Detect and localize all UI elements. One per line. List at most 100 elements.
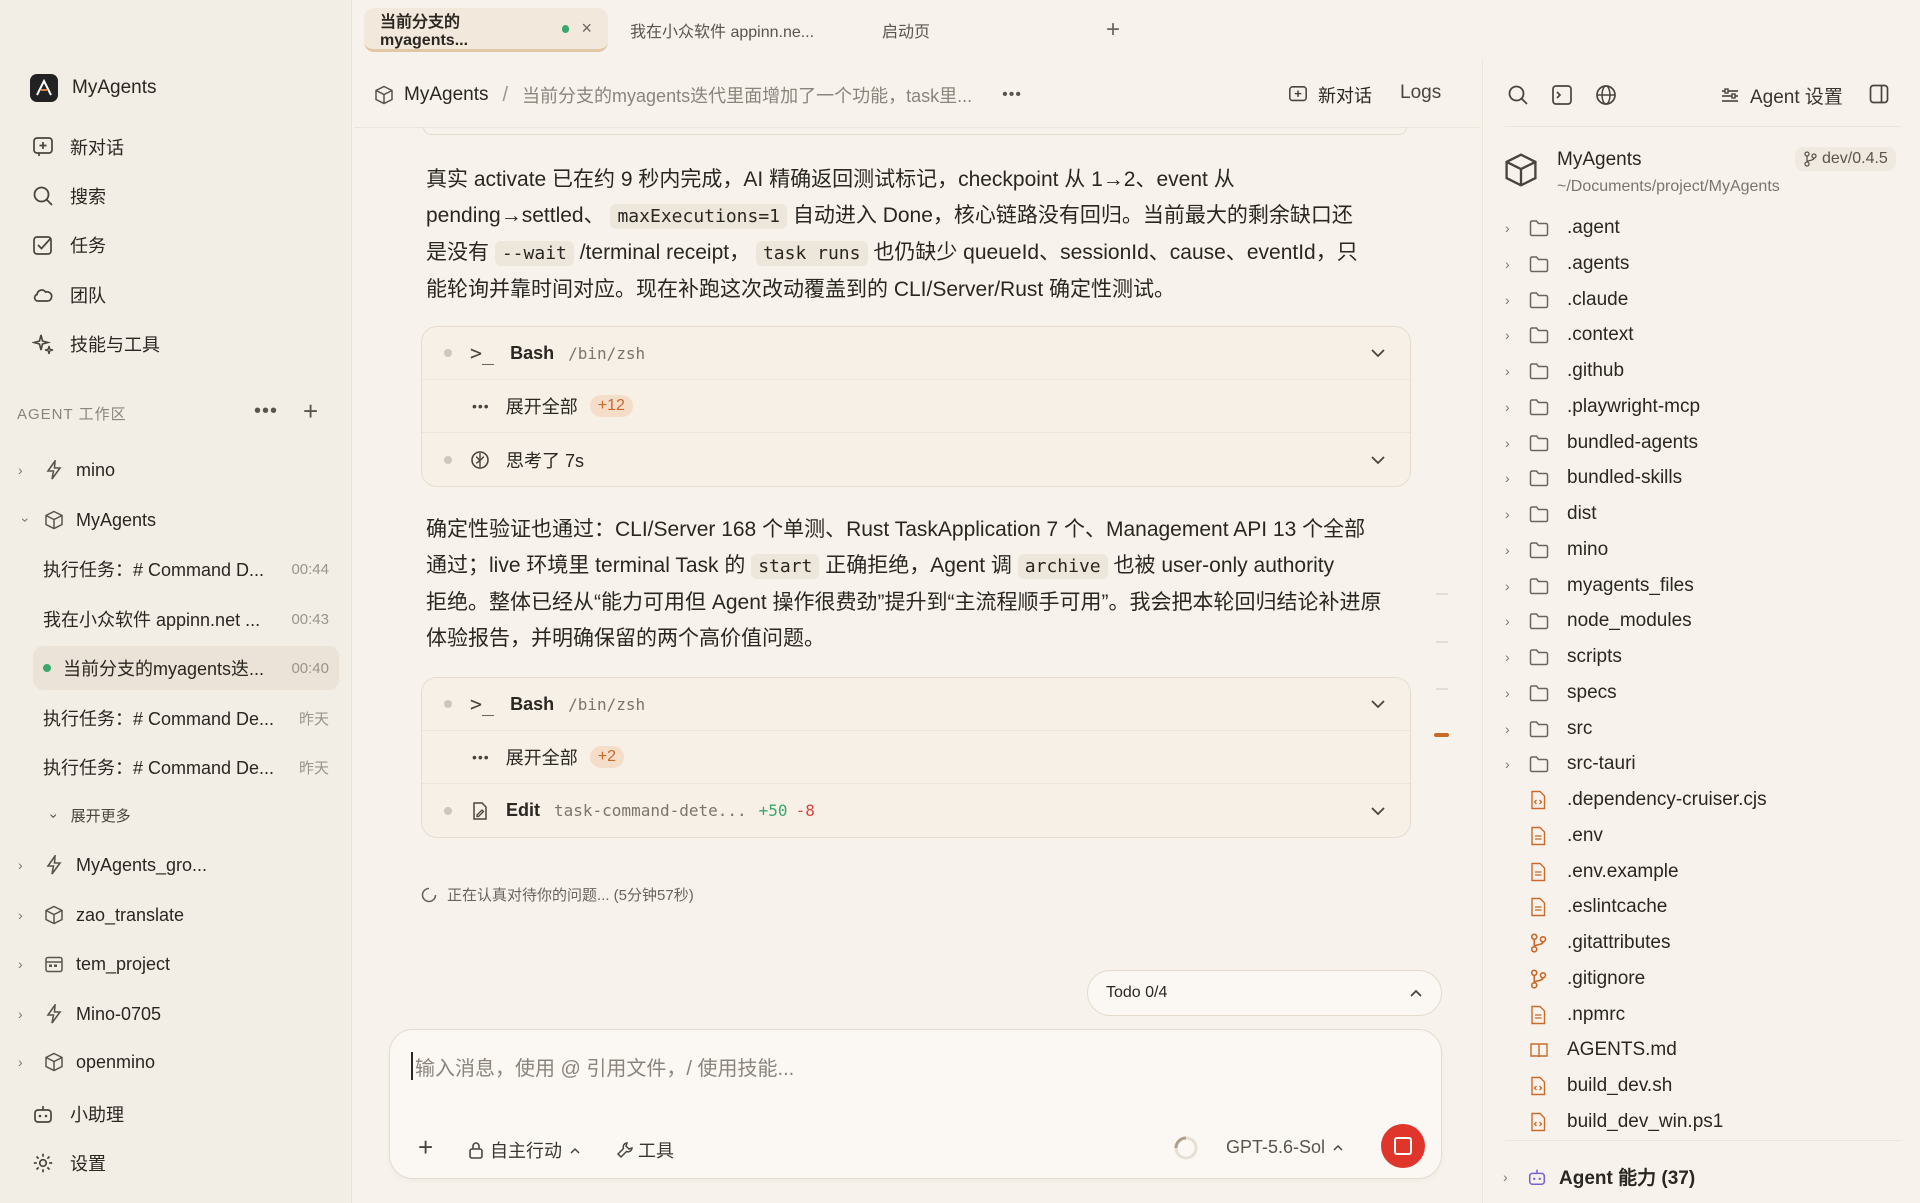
nav-search[interactable]: 搜索 (32, 183, 106, 209)
thinking-row[interactable]: 思考了 7s (422, 433, 1410, 486)
new-tab-icon[interactable]: + (1106, 16, 1120, 44)
file-item[interactable]: build_dev.sh (1505, 1068, 1672, 1104)
tools-button[interactable]: 工具 (616, 1137, 674, 1163)
search-icon[interactable] (1507, 84, 1529, 106)
scroll-marker[interactable] (1436, 688, 1448, 690)
folder-item[interactable]: › .playwright-mcp (1505, 389, 1700, 425)
session-item[interactable]: 我在小众软件 appinn.net ... 00:43 (33, 597, 339, 641)
bash-tool-row[interactable]: >_ Bash /bin/zsh (422, 327, 1410, 380)
logs-button[interactable]: Logs (1400, 82, 1441, 104)
folder-item[interactable]: › src (1505, 711, 1592, 747)
more-options-icon[interactable]: ••• (1002, 86, 1022, 104)
folder-item[interactable]: › mino (1505, 532, 1608, 568)
tab-appinn[interactable]: 我在小众软件 appinn.ne... (614, 8, 864, 52)
expand-more-button[interactable]: › 展开更多 (46, 805, 130, 826)
folder-item[interactable]: › .agents (1505, 246, 1629, 282)
tab-startup[interactable]: 启动页 (870, 8, 1060, 52)
nav-assistant[interactable]: 小助理 (32, 1101, 124, 1127)
terminal-icon[interactable] (1551, 84, 1573, 106)
folder-item[interactable]: › bundled-agents (1505, 425, 1698, 461)
folder-item[interactable]: › myagents_files (1505, 568, 1694, 604)
tool-call-card: >_ Bash /bin/zsh ••• 展开全部 +12 思考了 7s (421, 326, 1411, 487)
project-item[interactable]: › Mino-0705 (0, 992, 352, 1036)
file-item[interactable]: .env.example (1505, 854, 1679, 890)
folder-item[interactable]: › scripts (1505, 639, 1622, 675)
cube-icon (45, 905, 63, 925)
expand-all-row[interactable]: ••• 展开全部 +12 (422, 380, 1410, 433)
edit-tool-row[interactable]: Edit task-command-dete... +50 -8 (422, 784, 1410, 837)
folder-item[interactable]: › dist (1505, 496, 1597, 532)
file-name: AGENTS.md (1567, 1039, 1677, 1061)
folder-item[interactable]: › specs (1505, 675, 1617, 711)
tab-current-session[interactable]: 当前分支的myagents... × (364, 8, 608, 52)
close-icon[interactable]: × (581, 18, 592, 39)
folder-item[interactable]: › bundled-skills (1505, 460, 1682, 496)
todo-toggle[interactable]: Todo 0/4 (1087, 970, 1442, 1016)
session-item[interactable]: 执行任务：# Command De... 昨天 (33, 696, 339, 740)
project-item[interactable]: › openmino (0, 1041, 352, 1083)
new-chat-button[interactable]: 新对话 (1288, 82, 1372, 108)
app-brand[interactable]: MyAgents (30, 74, 156, 102)
scroll-marker[interactable] (1436, 641, 1448, 643)
project-mino[interactable]: › mino (0, 448, 352, 492)
agent-settings-button[interactable]: Agent 设置 (1720, 82, 1843, 109)
composer: 输入消息，使用 @ 引用文件，/ 使用技能... + 自主行动 工具 GPT-5… (389, 1029, 1442, 1179)
nav-tasks[interactable]: 任务 (32, 232, 106, 258)
session-item[interactable]: 执行任务：# Command D... 00:44 (33, 547, 339, 591)
context-usage-ring[interactable] (1173, 1135, 1199, 1161)
scroll-marker-current[interactable] (1434, 733, 1449, 737)
folder-item[interactable]: › .agent (1505, 210, 1620, 246)
message-input[interactable]: 输入消息，使用 @ 引用文件，/ 使用技能... (411, 1052, 1111, 1080)
chevron-right-icon: › (1505, 363, 1510, 379)
new-chat-icon (33, 137, 53, 156)
task-check-icon (33, 236, 52, 255)
file-item[interactable]: build_dev_win.ps1 (1505, 1104, 1723, 1140)
nav-team[interactable]: 团队 (32, 282, 106, 308)
folder-item[interactable]: › .context (1505, 317, 1634, 353)
folder-icon (1529, 434, 1553, 452)
nav-settings[interactable]: 设置 (32, 1150, 106, 1176)
stop-button[interactable] (1381, 1124, 1425, 1168)
agent-capabilities-section[interactable]: › Agent 能力 (37) (1503, 1163, 1695, 1190)
file-item[interactable]: .eslintcache (1505, 889, 1667, 925)
chevron-right-icon: › (18, 857, 23, 873)
project-myagents[interactable]: › MyAgents (0, 498, 352, 542)
breadcrumb: MyAgents / 当前分支的myagents迭代里面增加了一个功能，task… (374, 82, 1022, 108)
file-item[interactable]: .env (1505, 818, 1603, 854)
chevron-right-icon: › (1505, 220, 1510, 236)
project-item[interactable]: › zao_translate (0, 893, 352, 937)
mode-selector[interactable]: 自主行动 (468, 1137, 580, 1163)
workspace-more-icon[interactable]: ••• (254, 400, 278, 423)
lines-added: +50 (758, 801, 788, 820)
chevron-right-icon: › (18, 1054, 23, 1070)
bash-tool-row[interactable]: >_ Bash /bin/zsh (422, 678, 1410, 731)
expand-all-row[interactable]: ••• 展开全部 +2 (422, 731, 1410, 784)
attach-add-icon[interactable]: + (418, 1132, 433, 1163)
session-item[interactable]: 执行任务：# Command De... 昨天 (33, 745, 339, 789)
file-item[interactable]: .dependency-cruiser.cjs (1505, 782, 1767, 818)
panel-toggle-icon[interactable] (1869, 84, 1889, 104)
file-item[interactable]: .gitignore (1505, 961, 1645, 997)
folder-item[interactable]: › .github (1505, 353, 1624, 389)
session-item-active[interactable]: 当前分支的myagents迭... 00:40 (33, 646, 339, 690)
folder-item[interactable]: › node_modules (1505, 603, 1692, 639)
nav-skills-tools[interactable]: 技能与工具 (32, 331, 160, 357)
nav-new-chat[interactable]: 新对话 (32, 134, 124, 160)
workspace-add-icon[interactable]: + (303, 396, 318, 427)
lines-removed: -8 (795, 801, 815, 820)
breadcrumb-project[interactable]: MyAgents (404, 84, 488, 106)
file-item[interactable]: .npmrc (1505, 997, 1625, 1033)
scroll-marker[interactable] (1436, 593, 1448, 595)
file-item[interactable]: .gitattributes (1505, 925, 1671, 961)
branch-badge[interactable]: dev/0.4.5 (1795, 147, 1896, 171)
project-item[interactable]: › MyAgents_gro... (0, 843, 352, 887)
folder-item[interactable]: › src-tauri (1505, 746, 1636, 782)
file-item[interactable]: AGENTS.md (1505, 1032, 1677, 1068)
project-item[interactable]: › tem_project (0, 942, 352, 986)
agent-settings-label: Agent 设置 (1750, 87, 1843, 108)
folder-item[interactable]: › .claude (1505, 282, 1628, 318)
folder-icon (1529, 684, 1553, 702)
model-selector[interactable]: GPT-5.6-Sol (1226, 1137, 1343, 1158)
conversation-title[interactable]: 当前分支的myagents迭代里面增加了一个功能，task里... (522, 82, 972, 108)
globe-icon[interactable] (1595, 84, 1617, 106)
